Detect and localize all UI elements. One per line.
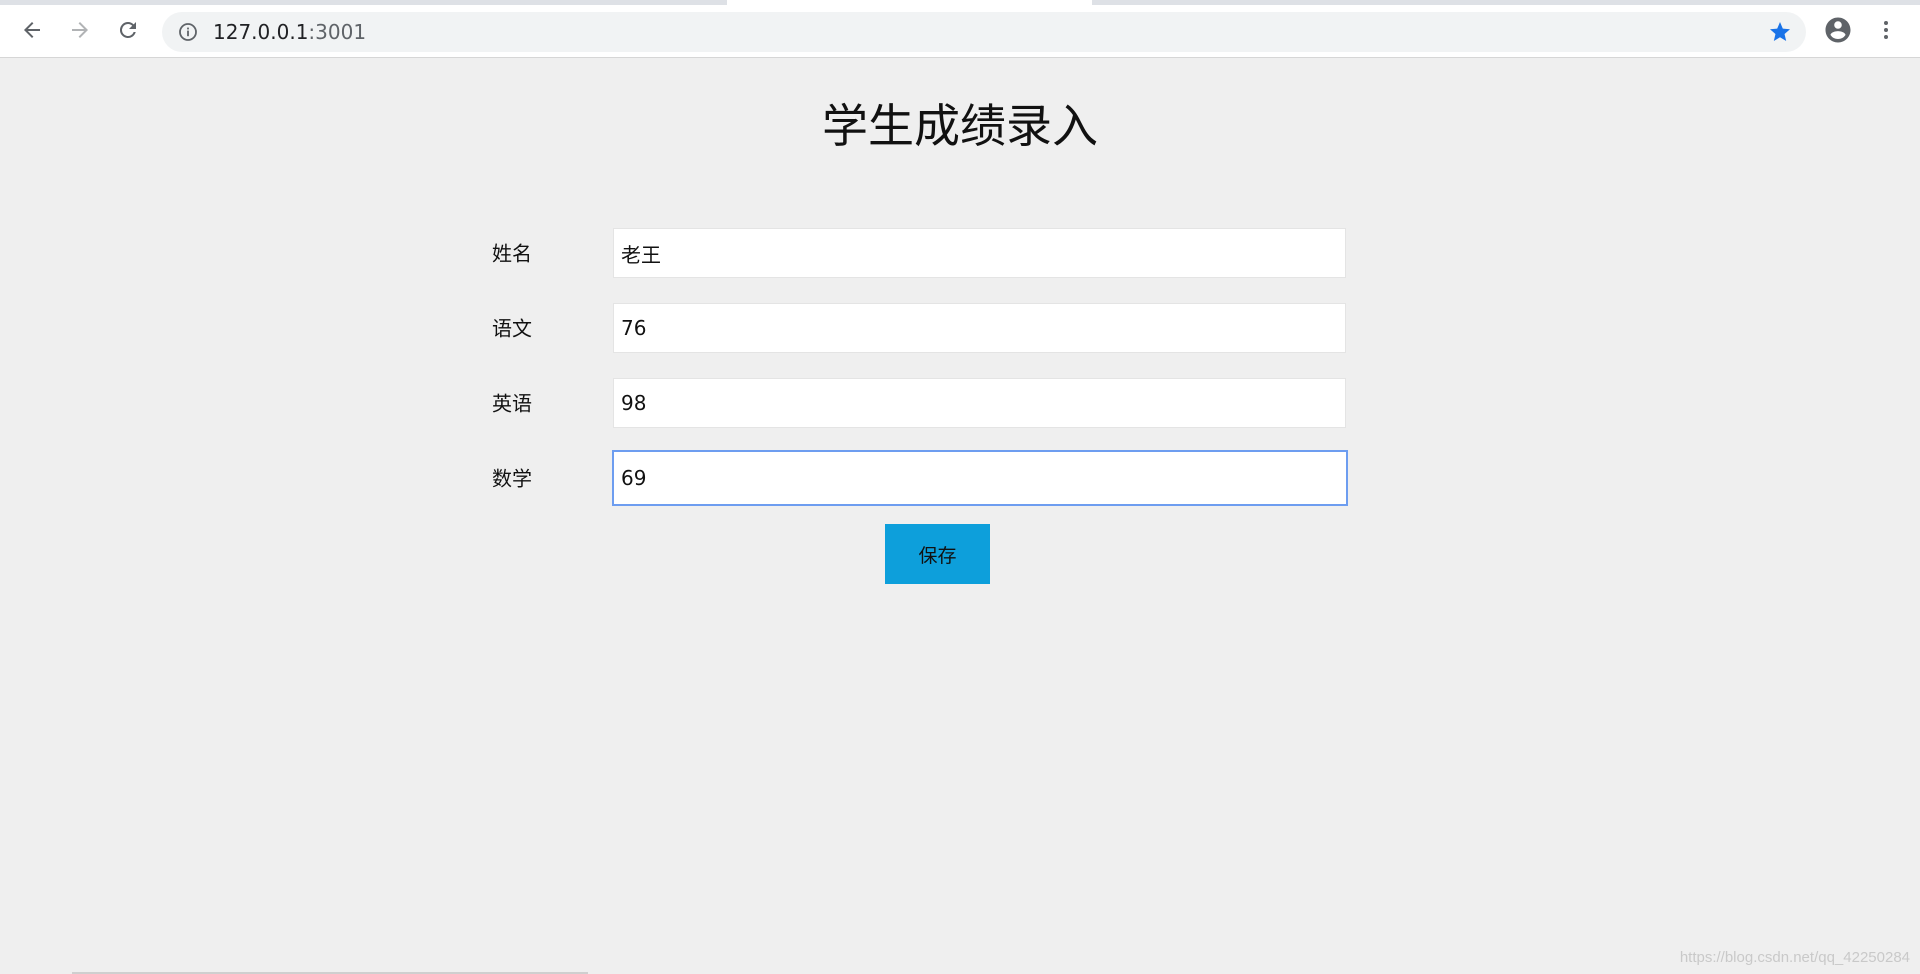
english-label: 英语 [492,391,532,416]
name-label: 姓名 [492,241,532,266]
english-score-input[interactable] [613,378,1346,428]
browser-menu-button[interactable] [1868,12,1904,48]
kebab-menu-icon [1874,18,1898,42]
url-text[interactable]: 127.0.0.1:3001 [213,21,366,43]
star-icon[interactable] [1768,20,1792,44]
page-title: 学生成绩录入 [822,99,1098,153]
name-input[interactable] [613,228,1346,278]
reload-button[interactable] [110,12,146,48]
back-button[interactable] [14,12,50,48]
info-icon[interactable] [178,22,198,42]
math-label: 数学 [492,466,532,491]
url-port: :3001 [308,20,367,44]
forward-button[interactable] [62,12,98,48]
form-row-math: 数学 [490,449,1350,506]
browser-toolbar: 127.0.0.1:3001 [0,5,1920,58]
address-bar[interactable]: 127.0.0.1:3001 [162,12,1806,52]
account-icon [1823,15,1853,45]
form-row-name: 姓名 [490,224,1350,280]
forward-arrow-icon [68,18,92,42]
form-row-chinese: 语文 [490,299,1350,355]
math-score-input[interactable] [612,450,1348,506]
profile-button[interactable] [1820,12,1856,48]
chinese-label: 语文 [492,316,532,341]
save-button[interactable]: 保存 [885,524,990,584]
reload-icon [116,18,140,42]
watermark: https://blog.csdn.net/qq_42250284 [1679,949,1910,966]
chinese-score-input[interactable] [613,303,1346,353]
url-host: 127.0.0.1 [213,20,309,44]
form-row-english: 英语 [490,374,1350,430]
back-arrow-icon [20,18,44,42]
